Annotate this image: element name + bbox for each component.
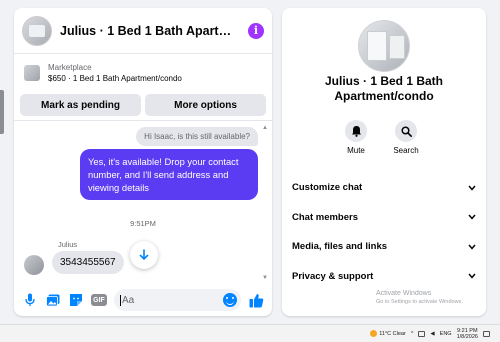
chat-header: Julius · 1 Bed 1 Bath Apartment/condo i (14, 8, 272, 54)
gif-icon[interactable]: GIF (91, 292, 107, 308)
menu-item-label: Privacy & support (292, 270, 374, 282)
system-clock[interactable]: 9:21 PM 1/8/2026 (457, 328, 478, 340)
mute-label: Mute (347, 146, 365, 155)
menu-chat-members[interactable]: Chat members (282, 203, 486, 233)
image-icon[interactable] (45, 292, 61, 308)
message-timestamp: 9:51PM (130, 219, 156, 228)
info-menu: Customize chat Chat members Media, files… (282, 173, 486, 291)
conversation-title[interactable]: Julius · 1 Bed 1 Bath Apartment/condo (60, 24, 240, 38)
activate-windows-watermark: Activate Windows Go to Settings to activ… (376, 289, 486, 307)
conversation-info-panel: Julius · 1 Bed 1 Bath Apartment/condo Mu… (282, 8, 486, 316)
conversation-avatar[interactable] (22, 15, 52, 46)
listing-price-title: $650 · 1 Bed 1 Bath Apartment/condo (48, 74, 182, 83)
sender-avatar[interactable] (24, 255, 44, 275)
menu-privacy-support[interactable]: Privacy & support (282, 262, 486, 292)
activate-title: Activate Windows (376, 290, 432, 297)
windows-taskbar: 11°C Clear ^ ◀ ENG 9:21 PM 1/8/2026 (0, 324, 500, 342)
clock-date: 1/8/2026 (456, 333, 478, 340)
weather-text: 11°C Clear (379, 330, 406, 337)
activate-subtitle: Go to Settings to activate Windows. (376, 299, 463, 305)
info-icon[interactable]: i (248, 22, 264, 39)
text-caret (120, 294, 121, 306)
tray-chevron-icon[interactable]: ^ (411, 331, 414, 337)
bell-icon (345, 120, 367, 142)
weather-sun-icon (370, 330, 378, 337)
chevron-down-icon (468, 273, 476, 279)
message-input-placeholder: Aa (122, 294, 135, 306)
menu-customize-chat[interactable]: Customize chat (282, 173, 486, 203)
clock-time: 9:21 PM (457, 327, 478, 334)
quoted-message[interactable]: Hi Isaac, is this still available? (136, 127, 258, 146)
volume-icon[interactable]: ◀ (430, 331, 434, 337)
search-icon (395, 120, 417, 142)
menu-item-label: Media, files and links (292, 241, 388, 253)
gif-label: GIF (91, 294, 107, 306)
info-panel-title: Julius · 1 Bed 1 Bath Apartment/condo (324, 74, 444, 103)
listing-actions: Mark as pending More options (20, 94, 266, 116)
microphone-icon[interactable] (22, 292, 38, 308)
notification-icon[interactable] (483, 330, 490, 337)
scroll-down-arrow-icon[interactable]: ▼ (262, 275, 268, 281)
listing-thumbnail (24, 65, 40, 81)
chat-panel: Julius · 1 Bed 1 Bath Apartment/condo i … (14, 8, 272, 316)
mark-as-pending-button[interactable]: Mark as pending (20, 94, 141, 116)
marketplace-listing[interactable]: Marketplace $650 · 1 Bed 1 Bath Apartmen… (14, 54, 272, 92)
chevron-down-icon (468, 214, 476, 220)
emoji-icon[interactable] (223, 293, 237, 307)
more-options-button[interactable]: More options (145, 94, 266, 116)
received-message[interactable]: 3543455567 (52, 251, 124, 274)
scroll-to-bottom-button[interactable] (130, 241, 158, 269)
network-icon[interactable] (418, 330, 426, 337)
listing-label: Marketplace (48, 63, 92, 72)
weather-widget[interactable]: 11°C Clear (370, 330, 406, 337)
chevron-down-icon (468, 244, 476, 250)
arrow-down-icon (139, 249, 149, 261)
message-composer: GIF Aa (14, 284, 272, 316)
menu-item-label: Chat members (292, 211, 358, 223)
sticker-icon[interactable] (68, 292, 84, 308)
message-list[interactable]: ▲ Hi Isaac, is this still available? Yes… (14, 120, 272, 282)
menu-item-label: Customize chat (292, 182, 363, 194)
menu-media-files-links[interactable]: Media, files and links (282, 232, 486, 262)
message-input[interactable]: Aa (114, 289, 241, 311)
chevron-down-icon (468, 185, 476, 191)
sent-message[interactable]: Yes, it's available! Drop your contact n… (80, 149, 258, 200)
search-label: Search (393, 146, 419, 155)
thumbs-up-icon[interactable] (248, 292, 264, 308)
search-action[interactable]: Search (386, 120, 426, 155)
mute-action[interactable]: Mute (336, 120, 376, 155)
language-indicator[interactable]: ENG (440, 331, 452, 337)
listing-avatar-large (358, 20, 410, 72)
sender-name: Julius (58, 240, 78, 249)
browser-side-tab (0, 90, 4, 134)
scroll-up-arrow-icon[interactable]: ▲ (262, 125, 268, 131)
